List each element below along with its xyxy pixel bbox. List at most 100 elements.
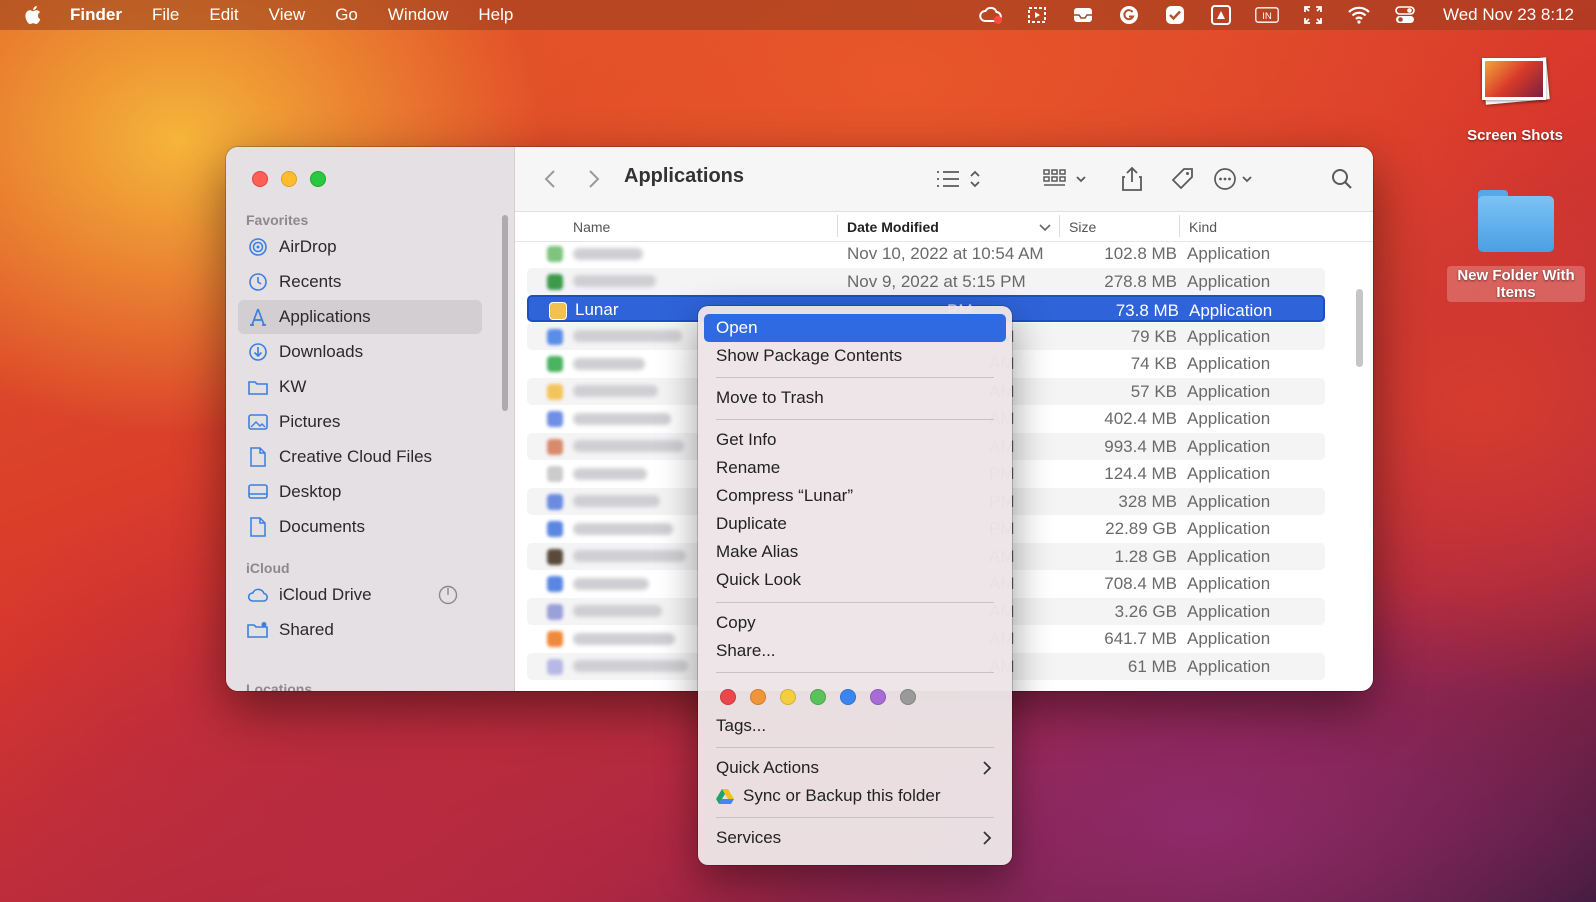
back-button[interactable] — [543, 163, 557, 195]
menu-item-duplicate[interactable]: Duplicate — [704, 510, 1006, 538]
menu-edit[interactable]: Edit — [209, 5, 238, 25]
screen-capture-icon[interactable] — [1025, 5, 1049, 25]
apple-menu-icon[interactable] — [24, 5, 42, 25]
app-icon — [547, 383, 563, 400]
control-center-icon[interactable] — [1393, 5, 1417, 25]
sidebar-item-applications[interactable]: Applications — [238, 300, 482, 334]
sidebar-item-downloads[interactable]: Downloads — [238, 335, 482, 369]
tag-color-dot[interactable] — [720, 689, 736, 705]
close-button[interactable] — [252, 171, 268, 187]
creative-cloud-icon[interactable] — [979, 5, 1003, 25]
menu-item-move-to-trash[interactable]: Move to Trash — [704, 384, 1006, 412]
tag-color-dot[interactable] — [780, 689, 796, 705]
tag-color-dot[interactable] — [840, 689, 856, 705]
checkmark-icon[interactable] — [1163, 5, 1187, 25]
sidebar-scrollbar[interactable] — [502, 215, 508, 411]
column-header-date-modified[interactable]: Date Modified — [847, 219, 939, 235]
menu-file[interactable]: File — [152, 5, 179, 25]
menu-item-tags[interactable]: Tags... — [704, 712, 1006, 740]
menu-item-make-alias[interactable]: Make Alias — [704, 538, 1006, 566]
table-row[interactable]: Nov 9, 2022 at 5:15 PM 278.8 MB Applicatio… — [527, 267, 1325, 295]
column-header-size[interactable]: Size — [1069, 219, 1096, 235]
desktop-item-label: Screen Shots — [1467, 127, 1563, 144]
menu-item-copy[interactable]: Copy — [704, 609, 1006, 637]
column-header-kind[interactable]: Kind — [1189, 219, 1217, 235]
drive-icon[interactable] — [1209, 5, 1233, 25]
inbox-icon[interactable] — [1071, 5, 1095, 25]
app-icon — [547, 631, 563, 647]
app-icon — [547, 466, 563, 482]
menubar-clock[interactable]: Wed Nov 23 8:12 — [1443, 5, 1574, 25]
minimize-button[interactable] — [281, 171, 297, 187]
menu-item-sync-backup[interactable]: Sync or Backup this folder — [704, 782, 1006, 810]
list-view-icon — [937, 170, 980, 188]
row-size: 22.89 GB — [1105, 519, 1177, 538]
menu-window[interactable]: Window — [388, 5, 448, 25]
menu-go[interactable]: Go — [335, 5, 358, 25]
tag-button[interactable] — [1171, 163, 1195, 195]
menu-item-services[interactable]: Services — [704, 824, 1006, 852]
sidebar-item-shared[interactable]: Shared — [238, 613, 482, 647]
sidebar-item-recents[interactable]: Recents — [238, 265, 482, 299]
row-kind: Application — [1187, 519, 1271, 538]
progress-ring-icon — [438, 585, 458, 610]
row-name — [573, 463, 647, 483]
menu-view[interactable]: View — [269, 5, 306, 25]
menu-item-get-info[interactable]: Get Info — [704, 426, 1006, 454]
tag-color-dot[interactable] — [750, 689, 766, 705]
row-size: 402.4 MB — [1104, 409, 1177, 428]
desktop-screenshots-folder[interactable]: Screen Shots — [1452, 56, 1578, 145]
sidebar-item-kw[interactable]: KW — [238, 370, 482, 404]
menu-item-quick-look[interactable]: Quick Look — [704, 566, 1006, 594]
menu-item-quick-actions[interactable]: Quick Actions — [704, 754, 1006, 782]
sidebar-item-documents[interactable]: Documents — [238, 510, 482, 544]
menu-item-open[interactable]: Open — [704, 314, 1006, 342]
tag-color-dot[interactable] — [870, 689, 886, 705]
sidebar-item-pictures[interactable]: Pictures — [238, 405, 482, 439]
tag-color-dot[interactable] — [900, 689, 916, 705]
grammarly-icon[interactable] — [1117, 5, 1141, 25]
row-kind: Application — [1187, 354, 1271, 373]
more-actions-button[interactable] — [1213, 163, 1257, 195]
menu-item-share[interactable]: Share... — [704, 637, 1006, 665]
menu-app-name[interactable]: Finder — [70, 5, 122, 25]
toolbar: Applications — [515, 147, 1373, 212]
tag-color-dot[interactable] — [810, 689, 826, 705]
app-icon — [547, 603, 563, 620]
group-button[interactable] — [1043, 163, 1091, 195]
search-button[interactable] — [1331, 163, 1353, 195]
desktop-new-folder[interactable]: New Folder With Items — [1446, 188, 1586, 302]
sidebar-item-airdrop[interactable]: AirDrop — [238, 230, 482, 264]
sidebar-item-icloud-drive[interactable]: iCloud Drive — [238, 578, 482, 612]
app-icon — [549, 302, 567, 320]
document-icon — [247, 446, 269, 468]
input-source-icon[interactable]: IN — [1255, 5, 1279, 25]
sidebar-item-desktop[interactable]: Desktop — [238, 475, 482, 509]
row-size: 79 KB — [1130, 326, 1177, 346]
maximize-button[interactable] — [310, 171, 326, 187]
menu-help[interactable]: Help — [478, 5, 513, 25]
share-button[interactable] — [1121, 163, 1143, 195]
menu-item-compress[interactable]: Compress “Lunar” — [704, 482, 1006, 510]
chevron-right-icon — [982, 830, 992, 850]
row-name — [573, 656, 688, 676]
menu-item-show-package-contents[interactable]: Show Package Contents — [704, 342, 1006, 370]
pictures-icon — [247, 411, 269, 433]
table-row[interactable]: Nov 10, 2022 at 10:54 AM 102.8 MB Applicat… — [527, 242, 1325, 267]
list-scrollbar[interactable] — [1356, 289, 1363, 367]
sidebar-item-creative-cloud-files[interactable]: Creative Cloud Files — [238, 440, 482, 474]
sort-chevron-down-icon[interactable] — [1039, 220, 1051, 236]
desktop-item-label: New Folder With Items — [1447, 266, 1585, 302]
app-icon — [547, 411, 563, 427]
forward-button[interactable] — [587, 163, 601, 195]
wifi-icon[interactable] — [1347, 5, 1371, 25]
menu-item-rename[interactable]: Rename — [704, 454, 1006, 482]
row-kind: Application — [1187, 601, 1271, 621]
sidebar-item-label: Recents — [279, 272, 342, 291]
row-name — [573, 271, 656, 291]
view-list-button[interactable] — [935, 163, 987, 195]
document-icon — [247, 516, 269, 538]
fullscreen-icon[interactable] — [1301, 5, 1325, 25]
column-headers: Name Date Modified Size Kind — [515, 211, 1373, 242]
column-header-name[interactable]: Name — [573, 219, 610, 235]
